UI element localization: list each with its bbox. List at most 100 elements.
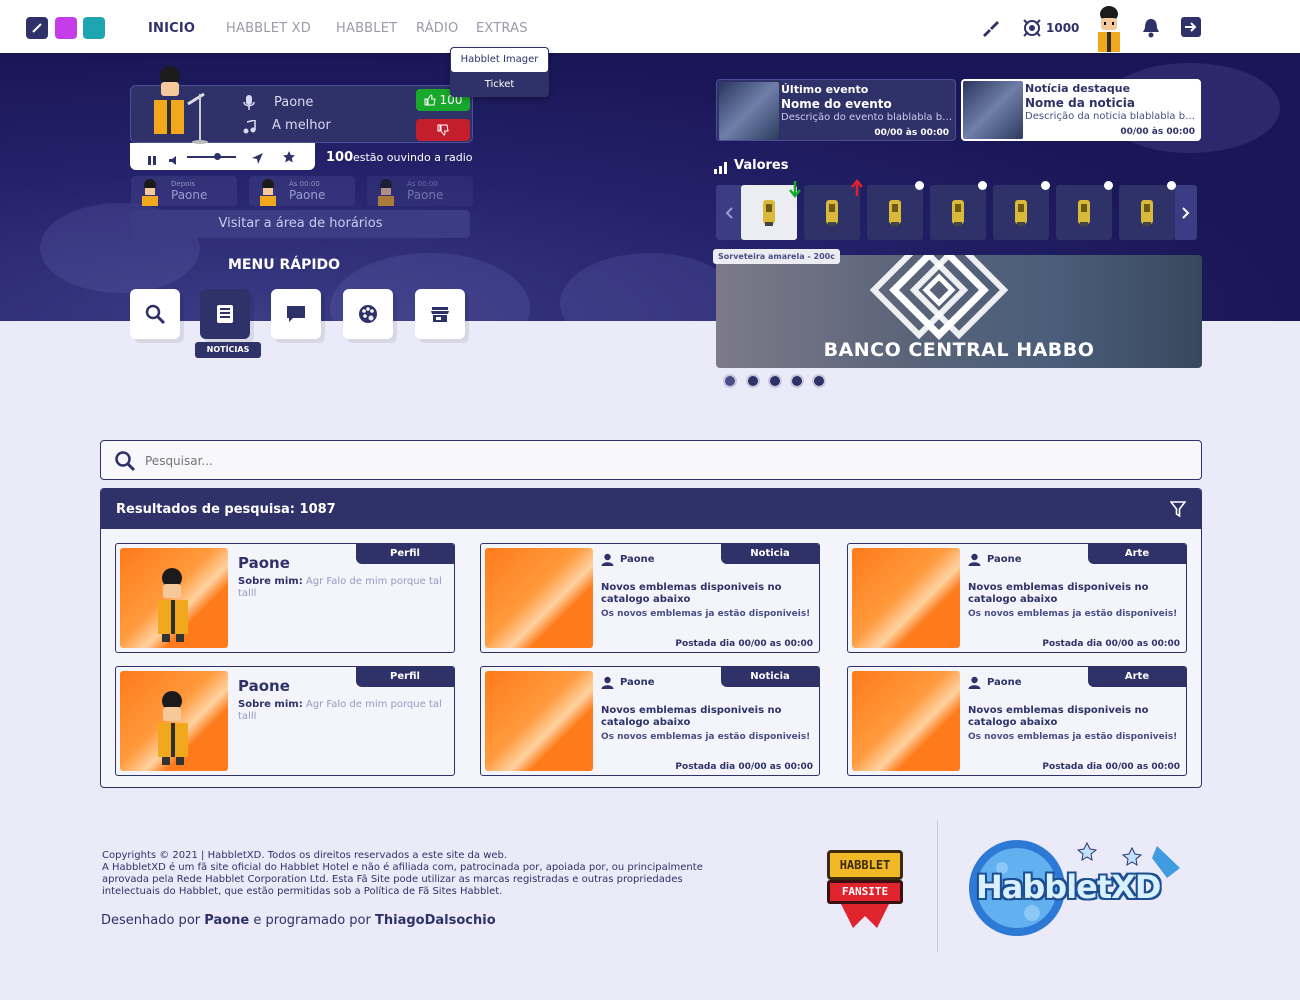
values-prev-button[interactable] xyxy=(716,185,742,240)
ice-cream-machine-icon xyxy=(1078,199,1090,226)
result-type-tag: Perfil xyxy=(356,667,454,687)
quick-store-button[interactable] xyxy=(415,289,465,339)
arrow-down-green-icon xyxy=(789,181,801,198)
schedule-item[interactable]: Às 00:00 Paone xyxy=(249,176,355,206)
arrow-up-red-icon xyxy=(851,179,863,196)
thumbs-down-icon xyxy=(437,124,449,136)
value-status-dot xyxy=(1041,181,1050,190)
search-icon xyxy=(145,304,166,325)
event-label: Último evento xyxy=(781,83,869,96)
theme-teal-button[interactable] xyxy=(83,17,105,39)
schedule-item[interactable]: Depois Paone xyxy=(131,176,237,206)
fansite-badge: HABBLET FANSITE xyxy=(827,850,905,928)
banner-title: BANCO CENTRAL HABBO xyxy=(823,339,1095,361)
bank-logo-icon xyxy=(869,255,1009,340)
result-subtitle: Os novos emblemas ja estão disponiveis! xyxy=(968,609,1178,619)
bell-icon[interactable] xyxy=(1140,16,1162,40)
banner-dot[interactable] xyxy=(723,374,737,388)
value-item[interactable] xyxy=(930,185,986,240)
featured-news-card[interactable]: Notícia destaque Nome da noticia Descriç… xyxy=(961,79,1201,141)
quick-art-button[interactable] xyxy=(343,289,393,339)
pause-icon[interactable] xyxy=(147,151,157,170)
profile-about: Sobre mim: Agr Falo de mim porque tal ta… xyxy=(238,699,448,723)
theme-purple-button[interactable] xyxy=(55,17,77,39)
ice-cream-machine-icon xyxy=(1015,199,1027,226)
nav-radio[interactable]: RÁDIO xyxy=(416,21,458,36)
quick-news-button[interactable] xyxy=(200,289,250,339)
value-item[interactable] xyxy=(1119,185,1175,240)
result-card-news[interactable]: Noticia Paone Novos emblemas disponiveis… xyxy=(480,543,820,653)
profile-name: Paone xyxy=(238,677,290,695)
volume-slider-handle[interactable] xyxy=(214,153,221,160)
result-type-tag: Perfil xyxy=(356,544,454,564)
banner-dot[interactable] xyxy=(790,374,804,388)
schedule-time: Às 00:00 xyxy=(289,180,320,188)
values-next-button[interactable] xyxy=(1175,185,1197,240)
banner-dot[interactable] xyxy=(768,374,782,388)
menu-item-habblet-imager[interactable]: Habblet Imager xyxy=(451,48,548,72)
developer-name[interactable]: ThiagoDalsochio xyxy=(375,913,496,928)
value-item[interactable] xyxy=(993,185,1049,240)
values-title: Valores xyxy=(734,158,789,173)
news-description: Descrição da noticia blablabla blablabla xyxy=(1025,111,1197,122)
news-label: Notícia destaque xyxy=(1025,82,1131,95)
banner-dot[interactable] xyxy=(812,374,826,388)
radio-song: A melhor xyxy=(272,118,331,133)
send-icon[interactable] xyxy=(251,150,264,169)
logout-icon[interactable] xyxy=(1181,17,1201,37)
news-date: 00/00 às 00:00 xyxy=(1120,127,1195,137)
value-item[interactable] xyxy=(867,185,923,240)
featured-banner[interactable]: BANCO CENTRAL HABBO xyxy=(716,255,1202,368)
nav-inicio[interactable]: INICIO xyxy=(148,21,195,36)
nav-extras[interactable]: EXTRAS xyxy=(476,21,528,36)
listener-label: estão ouvindo a radio xyxy=(353,151,473,164)
result-card-news[interactable]: Noticia Paone Novos emblemas disponiveis… xyxy=(480,666,820,776)
result-subtitle: Os novos emblemas ja estão disponiveis! xyxy=(601,609,811,619)
volume-icon[interactable] xyxy=(168,151,179,170)
quick-chat-button[interactable] xyxy=(271,289,321,339)
filter-icon[interactable] xyxy=(1170,501,1186,518)
brush-icon[interactable] xyxy=(978,16,1002,40)
nav-habblet[interactable]: HABBLET xyxy=(336,21,397,36)
palette-icon xyxy=(359,305,377,323)
result-card-art[interactable]: Arte Paone Novos emblemas disponiveis no… xyxy=(847,543,1187,653)
designer-name[interactable]: Paone xyxy=(204,913,249,928)
dislike-button[interactable] xyxy=(416,119,470,141)
badge-subtitle: FANSITE xyxy=(827,880,903,904)
result-card-profile[interactable]: Perfil Paone Sobre mim: Agr Falo de mim … xyxy=(115,666,455,776)
listener-count: 100 xyxy=(326,150,354,165)
banner-dot[interactable] xyxy=(746,374,760,388)
about-label: Sobre mim: xyxy=(238,576,303,587)
ice-cream-machine-icon xyxy=(952,199,964,226)
result-title: Novos emblemas disponiveis no catalogo a… xyxy=(968,582,1149,605)
schedule-time: Às 00:00 xyxy=(407,180,438,188)
user-avatar[interactable] xyxy=(1090,4,1128,52)
value-item[interactable] xyxy=(1056,185,1112,240)
nav-habblet-xd[interactable]: HABBLET XD xyxy=(226,21,311,36)
result-author: Paone xyxy=(968,553,1022,566)
last-event-card[interactable]: Último evento Nome do evento Descrição d… xyxy=(716,79,956,141)
thumbs-up-icon xyxy=(424,94,436,106)
author-name: Paone xyxy=(620,677,655,688)
store-icon xyxy=(431,307,449,322)
profile-about: Sobre mim: Agr Falo de mim porque tal ta… xyxy=(238,576,448,600)
extras-dropdown: Habblet Imager Ticket xyxy=(450,47,549,97)
schedule-item[interactable]: Às 00:00 Paone xyxy=(367,176,473,206)
author-name: Paone xyxy=(987,677,1022,688)
volume-slider[interactable] xyxy=(187,156,236,158)
quick-search-button[interactable] xyxy=(130,289,180,339)
author-name: Paone xyxy=(620,554,655,565)
habbletxd-logo[interactable]: HabbletXD xyxy=(962,838,1202,938)
result-card-art[interactable]: Arte Paone Novos emblemas disponiveis no… xyxy=(847,666,1187,776)
theme-dark-button[interactable] xyxy=(26,17,48,39)
footer-legal: Copyrights © 2021 | HabbletXD. Todos os … xyxy=(102,850,722,898)
event-thumbnail xyxy=(719,82,779,140)
coin-icon xyxy=(1020,16,1044,40)
author-name: Paone xyxy=(987,554,1022,565)
visit-schedule-button[interactable]: Visitar a área de horários xyxy=(131,210,470,238)
dj-avatar xyxy=(148,64,220,144)
result-card-profile[interactable]: Perfil Paone Sobre mim: Agr Falo de mim … xyxy=(115,543,455,653)
star-icon[interactable] xyxy=(282,149,296,168)
menu-item-ticket[interactable]: Ticket xyxy=(450,73,549,97)
search-input[interactable] xyxy=(145,449,1185,473)
